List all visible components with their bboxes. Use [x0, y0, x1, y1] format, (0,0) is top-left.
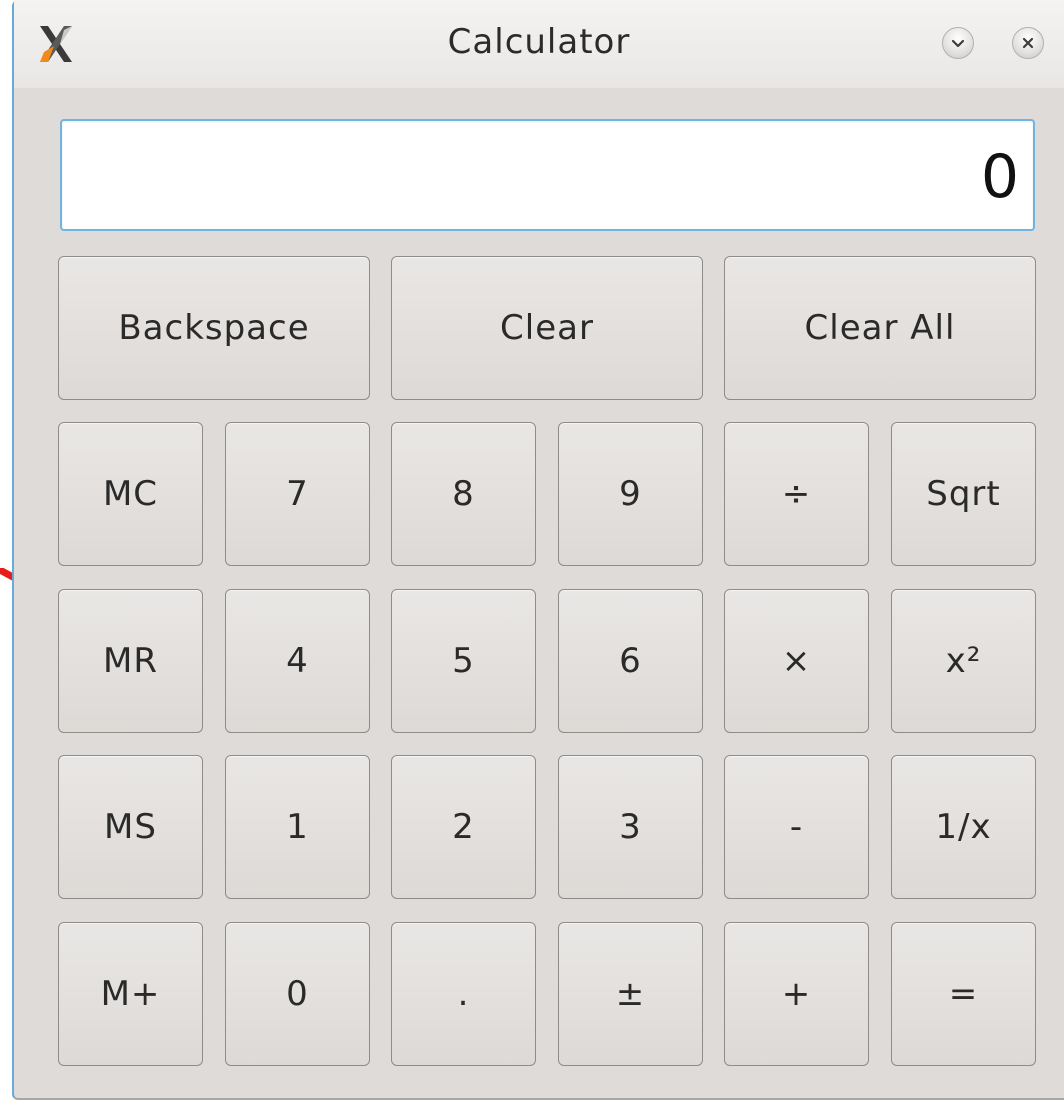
- mc-button[interactable]: MC: [58, 422, 203, 566]
- close-icon: [1022, 37, 1034, 49]
- display-field[interactable]: 0: [60, 119, 1035, 231]
- close-button[interactable]: [1012, 27, 1044, 59]
- sqrt-button[interactable]: Sqrt: [891, 422, 1036, 566]
- equals-button[interactable]: =: [891, 922, 1036, 1066]
- divide-button[interactable]: ÷: [724, 422, 869, 566]
- digit-1-button[interactable]: 1: [225, 755, 370, 899]
- digit-4-button[interactable]: 4: [225, 589, 370, 733]
- m-plus-button[interactable]: M+: [58, 922, 203, 1066]
- multiply-button[interactable]: ×: [724, 589, 869, 733]
- display-value: 0: [980, 142, 1019, 212]
- clear-all-button[interactable]: Clear All: [724, 256, 1036, 400]
- digit-5-button[interactable]: 5: [391, 589, 536, 733]
- add-button[interactable]: +: [724, 922, 869, 1066]
- square-button[interactable]: x²: [891, 589, 1036, 733]
- backspace-button[interactable]: Backspace: [58, 256, 370, 400]
- minimize-button[interactable]: [942, 27, 974, 59]
- digit-3-button[interactable]: 3: [558, 755, 703, 899]
- digit-2-button[interactable]: 2: [391, 755, 536, 899]
- plus-minus-button[interactable]: ±: [558, 922, 703, 1066]
- subtract-button[interactable]: -: [724, 755, 869, 899]
- digit-9-button[interactable]: 9: [558, 422, 703, 566]
- digit-0-button[interactable]: 0: [225, 922, 370, 1066]
- digit-7-button[interactable]: 7: [225, 422, 370, 566]
- titlebar: Calculator: [14, 0, 1064, 88]
- clear-button[interactable]: Clear: [391, 256, 703, 400]
- digit-8-button[interactable]: 8: [391, 422, 536, 566]
- decimal-button[interactable]: .: [391, 922, 536, 1066]
- chevron-down-icon: [951, 39, 965, 48]
- ms-button[interactable]: MS: [58, 755, 203, 899]
- reciprocal-button[interactable]: 1/x: [891, 755, 1036, 899]
- mr-button[interactable]: MR: [58, 589, 203, 733]
- window-title: Calculator: [447, 22, 631, 62]
- calculator-window: Calculator 0 Backspace Clear Clear All M…: [12, 0, 1064, 1100]
- digit-6-button[interactable]: 6: [558, 589, 703, 733]
